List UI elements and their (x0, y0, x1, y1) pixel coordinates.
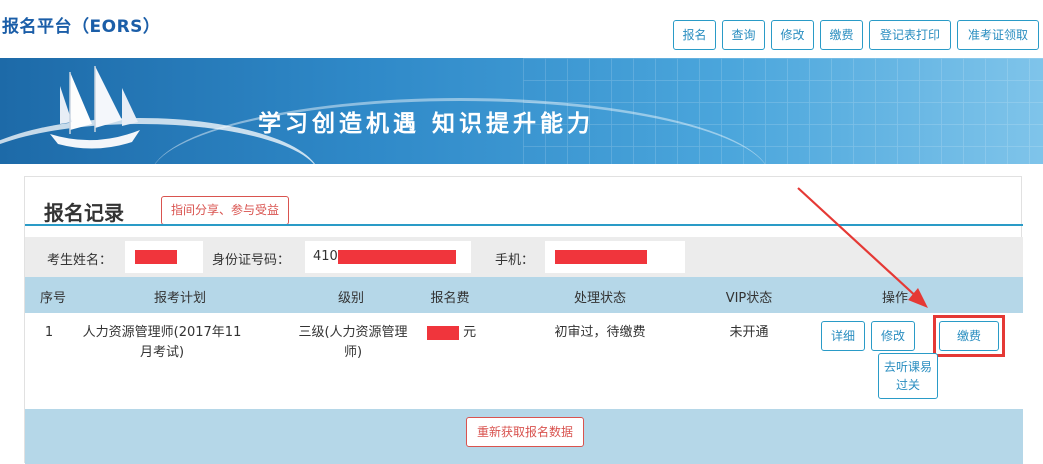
header-status: 处理状态 (573, 291, 626, 306)
redacted-id (337, 249, 456, 264)
id-value: 410 (305, 241, 471, 273)
nav-print-form-button[interactable]: 登记表打印 (869, 20, 951, 50)
name-value (125, 241, 203, 273)
phone-label: 手机： (495, 253, 535, 268)
name-label: 考生姓名： (47, 253, 113, 268)
row-status: 初审过，待缴费 (554, 325, 646, 340)
nav-admission-ticket-button[interactable]: 准考证领取 (957, 20, 1039, 50)
table-footer: 重新获取报名数据 (25, 409, 1023, 464)
registration-records-panel: 报名记录 指间分享、参与受益 考生姓名： 身份证号码： 410 手机： 序号 报… (24, 176, 1023, 464)
nav-pay-button[interactable]: 缴费 (820, 20, 863, 50)
redacted-fee (427, 325, 459, 340)
candidate-info-row: 考生姓名： 身份证号码： 410 手机： (25, 237, 1023, 277)
id-prefix: 410 (313, 249, 338, 264)
redacted-name (135, 249, 177, 264)
nav-query-button[interactable]: 查询 (722, 20, 765, 50)
panel-title: 报名记录 (44, 201, 124, 225)
table-header: 序号 报考计划 级别 报名费 处理状态 VIP状态 操作 (25, 277, 1023, 313)
banner-slogan: 学习创造机遇 知识提升能力 (258, 110, 595, 137)
invite-share-button[interactable]: 指间分享、参与受益 (161, 196, 290, 225)
row-fee-unit: 元 (463, 325, 477, 340)
header-plan: 报考计划 (153, 291, 206, 306)
sailing-ship-icon (50, 66, 140, 149)
header-vip: VIP状态 (725, 291, 773, 306)
header-fee: 报名费 (430, 291, 470, 306)
redacted-phone (555, 249, 647, 264)
header-index: 序号 (39, 291, 66, 306)
top-nav: 报名 查询 修改 缴费 登记表打印 准考证领取 (673, 20, 1039, 50)
listen-course-button[interactable]: 去听课易过关 (878, 353, 938, 399)
banner: 学习创造机遇 知识提升能力 (0, 58, 1043, 164)
id-label: 身份证号码： (212, 253, 291, 268)
header-level: 级别 (337, 291, 364, 306)
header-actions: 操作 (881, 291, 908, 306)
row-index: 1 (44, 325, 54, 340)
row-plan: 人力资源管理师(2017年11月考试) (82, 325, 242, 360)
refresh-data-button[interactable]: 重新获取报名数据 (466, 417, 585, 447)
title-divider (25, 224, 1023, 226)
row-fee: 元 (427, 323, 487, 343)
edit-record-button[interactable]: 修改 (871, 321, 915, 351)
row-vip: 未开通 (729, 325, 769, 340)
nav-register-button[interactable]: 报名 (673, 20, 716, 50)
table-row: 1 人力资源管理师(2017年11月考试) 三级(人力资源管理师) 元 初审过，… (25, 313, 1023, 409)
top-bar: 报名平台（EORS） 报名 查询 修改 缴费 登记表打印 准考证领取 (0, 0, 1043, 58)
detail-button[interactable]: 详细 (821, 321, 865, 351)
annotation-highlight-box (933, 315, 1005, 357)
app-logo-title[interactable]: 报名平台（EORS） (2, 12, 160, 37)
phone-value (545, 241, 685, 273)
nav-edit-button[interactable]: 修改 (771, 20, 814, 50)
row-level: 三级(人力资源管理师) (298, 325, 408, 360)
